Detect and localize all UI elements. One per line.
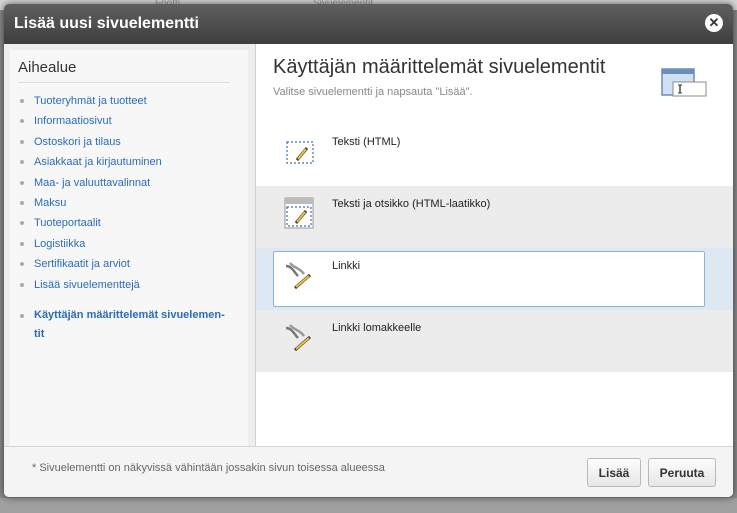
add-element-dialog: Lisää uusi sivuelementti ✕ Aihealue Tuot… [4,4,733,497]
category-link[interactable]: Tuoteryhmät ja tuotteet [18,93,230,113]
window-text-icon [661,68,707,97]
element-label: Teksti (HTML) [332,136,401,148]
add-button[interactable]: Lisää [587,458,641,487]
element-item-html-text[interactable]: Teksti (HTML) [256,124,733,186]
background-page-bottom [0,498,737,513]
link-icon [285,262,311,290]
sidebar-divider [18,82,230,83]
category-link[interactable]: Asiakkaat ja kirjautuminen [18,154,230,174]
element-item-html-box[interactable]: Teksti ja otsikko (HTML-laatikko) [256,186,733,248]
category-sidebar: Aihealue Tuoteryhmät ja tuotteet Informa… [4,44,256,446]
element-label: Teksti ja otsikko (HTML-laatikko) [332,198,491,210]
category-list: Tuoteryhmät ja tuotteet Informaatiosivut… [18,93,230,344]
category-link[interactable]: Ostoskori ja tilaus [18,134,230,154]
close-icon[interactable]: ✕ [705,14,723,32]
html-box-icon [284,197,314,229]
dialog-titlebar: Lisää uusi sivuelementti ✕ [4,4,733,44]
form-link-icon [285,324,311,352]
category-link[interactable]: Tuoteportaalit [18,215,230,235]
category-link[interactable]: Logistiikka [18,236,230,256]
cancel-button[interactable]: Peruuta [648,458,716,487]
dialog-footer: * Sivuelementti on näkyvissä vähintään j… [4,446,733,497]
element-label: Linkki lomakkeelle [332,322,422,334]
main-title: Käyttäjän määrittelemät sivuelementit [273,56,606,78]
category-link[interactable]: Lisää sivuelementtejä [18,277,230,297]
element-item-link[interactable]: Linkki [256,248,733,310]
dialog-title: Lisää uusi sivuelementti [14,15,199,32]
html-text-icon [286,141,314,164]
sidebar-title: Aihealue [18,59,77,76]
category-link[interactable]: Maa- ja valuuttavalinnat [18,175,230,195]
main-subtitle: Valitse sivuelementti ja napsauta "Lisää… [273,86,473,98]
element-item-form-link[interactable]: Linkki lomakkeelle [256,310,733,372]
category-link[interactable]: Sertifikaatit ja arviot [18,256,230,276]
category-link[interactable]: Maksu [18,195,230,215]
category-link-active[interactable]: Käyttäjän määrittelemät sivuelemen-tit [18,306,230,344]
footer-note: * Sivuelementti on näkyvissä vähintään j… [32,462,385,474]
element-label: Linkki [332,260,361,272]
element-list: Teksti (HTML) Teksti ja otsikko (HTML-la… [256,124,733,372]
category-link[interactable]: Informaatiosivut [18,113,230,133]
